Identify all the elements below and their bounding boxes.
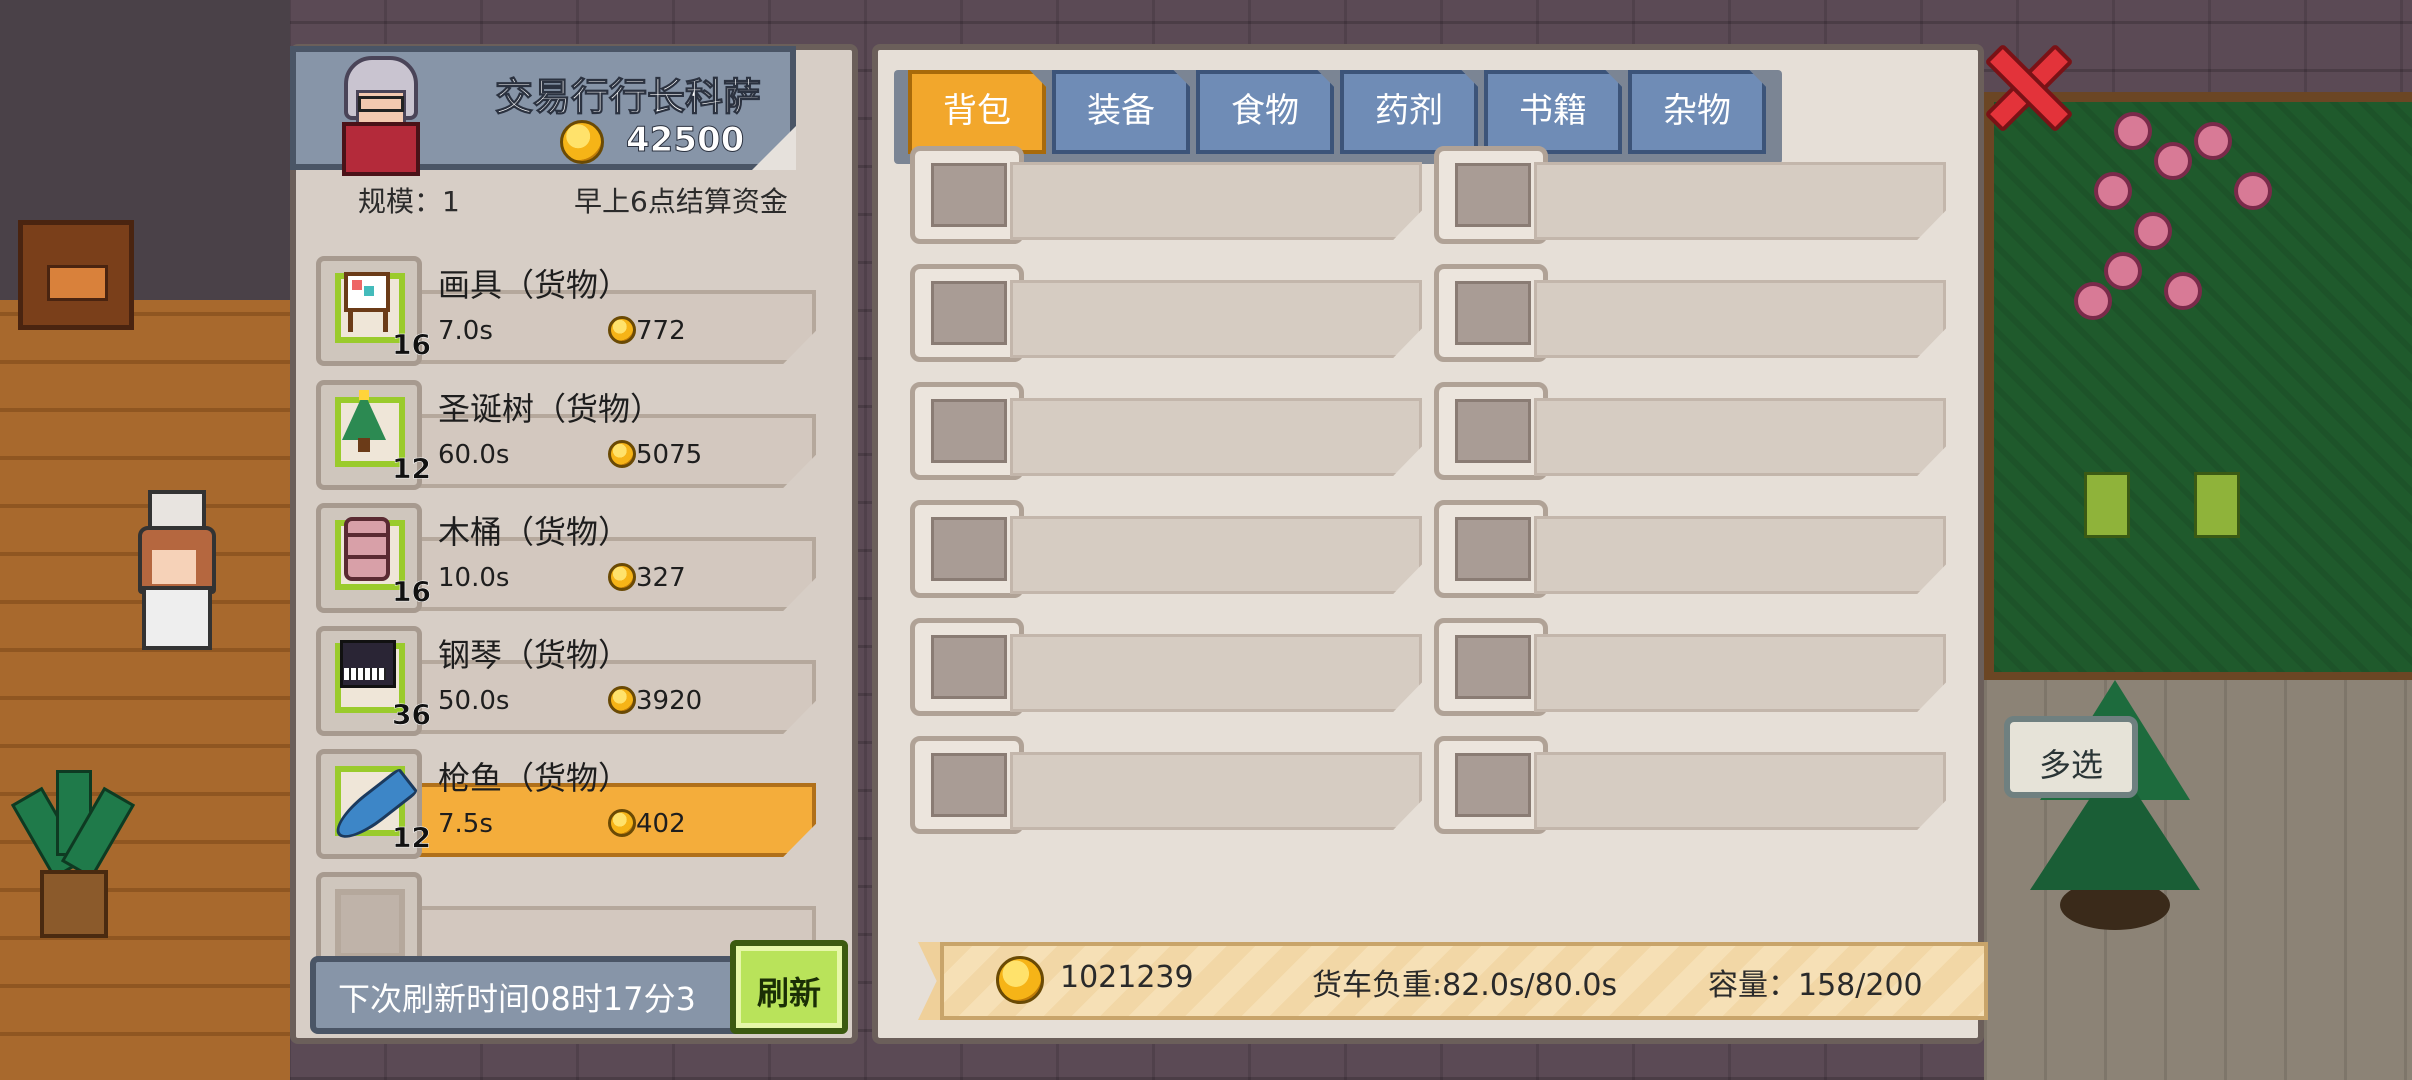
- coin-icon: [608, 316, 636, 344]
- cart-load: 货车负重:82.0s/80.0s: [1312, 968, 1618, 1003]
- goods-list: 16 画具（货物） 7.0s 772 12 圣诞树（货物） 60.0s 5075: [316, 250, 836, 970]
- chef-npc-sprite: [130, 490, 220, 650]
- inventory-slot[interactable]: [910, 618, 1428, 720]
- inventory-slot[interactable]: [910, 500, 1428, 602]
- goods-price: 5075: [636, 440, 703, 470]
- inventory-capacity: 容量：158/200: [1708, 968, 1923, 1003]
- close-button[interactable]: [1984, 42, 2074, 133]
- tab-misc[interactable]: 杂物: [1628, 70, 1766, 154]
- refresh-button-label: 刷新: [756, 974, 821, 1012]
- goods-price: 327: [636, 563, 686, 593]
- tab-books[interactable]: 书籍: [1484, 70, 1622, 154]
- trader-avatar: [338, 56, 420, 176]
- trader-card: 交易行行长科萨 42500: [290, 46, 796, 176]
- goods-time: 50.0s: [438, 686, 510, 716]
- goods-item[interactable]: 12 圣诞树（货物） 60.0s 5075: [316, 374, 836, 490]
- inventory-slot[interactable]: [1434, 146, 1952, 248]
- goods-name: 钢琴（货物）: [438, 636, 631, 674]
- goods-name: 画具（货物）: [438, 266, 631, 304]
- goods-quantity: 12: [392, 452, 431, 486]
- background-cabinet: [18, 220, 134, 330]
- christmas-tree-icon: [338, 390, 388, 460]
- trader-money: 42500: [625, 120, 745, 161]
- goods-quantity: 36: [392, 698, 431, 732]
- refresh-button[interactable]: 刷新: [730, 940, 848, 1034]
- goods-time: 7.5s: [438, 809, 493, 839]
- tuna-icon: [328, 759, 419, 848]
- player-money: 1021239: [1060, 960, 1194, 995]
- coin-icon: [996, 956, 1044, 1004]
- goods-item-selected[interactable]: 12 枪鱼（货物） 7.5s 402: [316, 743, 836, 859]
- goods-item[interactable]: 16 画具（货物） 7.0s 772: [316, 250, 836, 366]
- trader-name: 交易行行长科萨: [494, 75, 761, 120]
- goods-name: 枪鱼（货物）: [438, 759, 631, 797]
- goods-time: 7.0s: [438, 316, 493, 346]
- settlement-note: 早上6点结算资金: [574, 185, 788, 218]
- goods-quantity: 16: [392, 575, 431, 609]
- tab-potions[interactable]: 药剂: [1340, 70, 1478, 154]
- goods-price: 402: [636, 809, 686, 839]
- goods-time: 60.0s: [438, 440, 510, 470]
- coin-icon: [608, 686, 636, 714]
- inventory-slot[interactable]: [1434, 618, 1952, 720]
- tab-backpack[interactable]: 背包: [908, 70, 1046, 154]
- tab-equipment[interactable]: 装备: [1052, 70, 1190, 154]
- inventory-slot[interactable]: [910, 382, 1428, 484]
- trader-panel: 交易行行长科萨 42500 规模：1 早上6点结算资金 16 画具（货物） 7.…: [290, 44, 858, 1044]
- goods-price: 3920: [636, 686, 703, 716]
- inventory-panel: 背包 装备 食物 药剂 书籍 杂物 1021239 货车负重:82.0s/80.…: [872, 44, 1988, 1044]
- multi-select-button[interactable]: 多选: [2004, 716, 2138, 798]
- inventory-slot[interactable]: [910, 264, 1428, 366]
- coin-icon: [608, 563, 636, 591]
- background-wood-floor: [0, 300, 290, 1080]
- potted-plant-sprite: [10, 760, 136, 938]
- inventory-slot[interactable]: [1434, 264, 1952, 366]
- garden-patch: [1984, 92, 2412, 682]
- multi-select-label: 多选: [2038, 746, 2103, 784]
- goods-item[interactable]: 16 木桶（货物） 10.0s 327: [316, 497, 836, 613]
- inventory-slot[interactable]: [1434, 382, 1952, 484]
- coin-icon: [608, 440, 636, 468]
- goods-name: 木桶（货物）: [438, 513, 631, 551]
- inventory-slot[interactable]: [1434, 500, 1952, 602]
- coin-icon: [608, 809, 636, 837]
- goods-item[interactable]: 36 钢琴（货物） 50.0s 3920: [316, 620, 836, 736]
- goods-name: 圣诞树（货物）: [438, 390, 663, 428]
- trade-scale: 规模：1: [358, 185, 460, 218]
- refresh-timer-text: 下次刷新时间08时17分3: [338, 980, 696, 1018]
- easel-icon: [338, 266, 390, 336]
- goods-price: 772: [636, 316, 686, 346]
- tab-food[interactable]: 食物: [1196, 70, 1334, 154]
- piano-icon: [338, 636, 396, 706]
- goods-time: 10.0s: [438, 563, 510, 593]
- barrel-icon: [338, 513, 390, 583]
- inventory-slot[interactable]: [910, 736, 1428, 838]
- card-fold: [752, 126, 796, 170]
- inventory-slot[interactable]: [910, 146, 1428, 248]
- inventory-slot[interactable]: [1434, 736, 1952, 838]
- goods-quantity: 12: [392, 821, 431, 855]
- goods-quantity: 16: [392, 328, 431, 362]
- coin-icon: [560, 120, 604, 164]
